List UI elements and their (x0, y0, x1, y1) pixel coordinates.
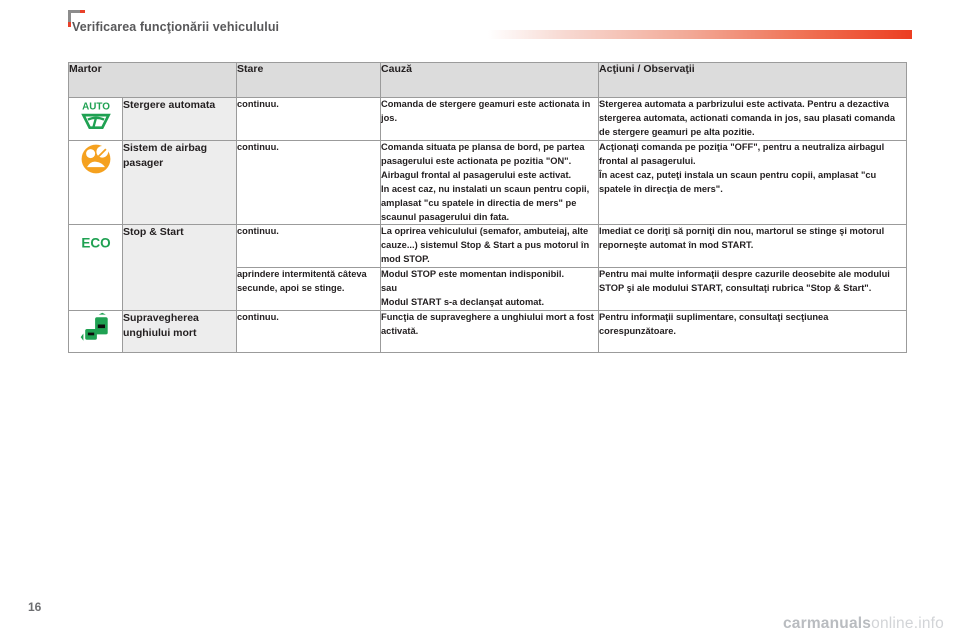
lamp-action: Pentru informaţii suplimentare, consulta… (598, 310, 908, 354)
auto-wiper-icon: AUTO (78, 98, 114, 134)
lamp-name: Stergere automata (121, 97, 238, 141)
lamp-state: aprindere intermitentă câteva secunde, a… (236, 267, 382, 312)
column-header-stare: Stare (236, 62, 382, 98)
lamp-cause: Comanda de stergere geamuri este actiona… (380, 97, 600, 141)
lamp-cause: Funcţia de supraveghere a unghiului mort… (380, 310, 600, 354)
watermark-light: online.info (871, 615, 944, 632)
column-header-cauza: Cauză (380, 62, 600, 98)
header-gradient-rule (488, 30, 912, 39)
page-header: Verificarea funcţionării vehiculului (0, 0, 960, 56)
lamp-action: Pentru mai multe informaţii despre cazur… (598, 267, 908, 312)
table-row: Sistem de airbag pasager continuu. Coman… (68, 139, 908, 226)
page-number: 16 (28, 600, 42, 614)
lamp-state: continuu. (236, 97, 382, 141)
eco-stop-start-icon: ECO (78, 225, 114, 261)
icon-cell: ECO (68, 224, 123, 312)
lamp-action: Imediat ce doriţi să porniţi din nou, ma… (598, 224, 908, 269)
lamp-action: Acţionaţi comanda pe poziţia "OFF", pent… (598, 139, 908, 226)
page-title: Verificarea funcţionării vehiculului (72, 20, 280, 34)
svg-text:AUTO: AUTO (82, 102, 110, 113)
lamp-name: Stop & Start (121, 224, 238, 312)
table-row: ECO Stop & Start continuu. La oprirea ve… (68, 224, 908, 312)
column-header-actiuni: Acţiuni / Observaţii (598, 62, 908, 98)
column-header-martor: Martor (67, 62, 238, 98)
table-header-row: Martor Stare Cauză Acţiuni / Observaţii (67, 62, 908, 98)
icon-cell (68, 139, 123, 226)
lamp-action: Stergerea automata a parbrizului este ac… (598, 97, 908, 141)
lamp-name: Supravegherea unghiului mort (121, 310, 238, 354)
lamp-name: Sistem de airbag pasager (121, 139, 238, 226)
table-row: Supravegherea unghiului mort continuu. F… (68, 310, 908, 354)
blind-spot-monitor-icon (78, 311, 114, 347)
watermark: carmanualsonline.info (783, 615, 944, 633)
warning-lamps-table: Martor Stare Cauză Acţiuni / Observaţii … (67, 62, 908, 354)
lamp-cause: Comanda situata pe plansa de bord, pe pa… (380, 139, 600, 226)
lamp-state: continuu. (236, 310, 382, 354)
lamp-cause: Modul STOP este momentan indisponibil. s… (380, 267, 600, 312)
lamp-state: continuu. (236, 139, 382, 226)
svg-text:ECO: ECO (81, 236, 110, 251)
lamp-state: continuu. (236, 224, 382, 269)
passenger-airbag-icon (78, 141, 114, 177)
watermark-bold: carmanuals (782, 615, 872, 632)
table-row: AUTO Stergere automata continuu. Comanda… (68, 97, 908, 141)
icon-cell (68, 310, 123, 354)
lamp-cause: La oprirea vehiculului (semafor, ambutei… (380, 224, 600, 269)
icon-cell: AUTO (68, 97, 123, 141)
